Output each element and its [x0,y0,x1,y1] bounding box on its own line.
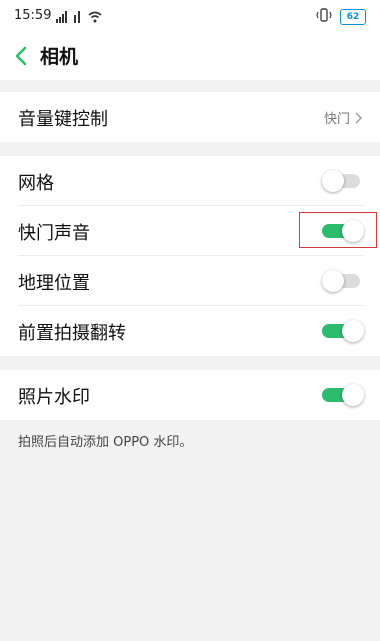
page-header: 相机 [0,32,380,80]
signal-label-icon [74,8,84,27]
camera-toggles-section: 网格 快门声音 地理位置 前置拍摄翻转 [0,156,380,356]
status-icons [56,8,102,27]
photo-watermark-row: 照片水印 [0,370,380,420]
toggle-thumb [342,384,364,406]
grid-row: 网格 [0,156,380,206]
status-bar: 15:59 62 [0,0,380,32]
photo-watermark-label: 照片水印 [18,387,90,408]
front-camera-flip-label: 前置拍摄翻转 [18,323,126,344]
toggle-thumb [322,170,344,192]
cellular-signal-icon [56,8,70,27]
photo-watermark-toggle[interactable] [322,384,364,406]
status-time: 15:59 [14,8,52,23]
location-row: 地理位置 [0,256,380,306]
location-label: 地理位置 [18,273,90,294]
watermark-section: 照片水印 [0,370,380,420]
volume-key-control-row[interactable]: 音量键控制 快门 [0,92,380,142]
chevron-right-icon [354,110,364,124]
battery-indicator: 62 [340,8,366,25]
toggle-thumb [342,320,364,342]
highlight-box [299,212,377,248]
back-chevron-icon[interactable] [10,44,34,68]
volume-key-section: 音量键控制 快门 [0,92,380,142]
location-toggle[interactable] [322,270,364,292]
watermark-description: 拍照后自动添加 OPPO 水印。 [18,435,193,450]
grid-label: 网格 [18,173,54,194]
vibrate-icon [316,7,332,26]
grid-toggle[interactable] [322,170,364,192]
page-title: 相机 [40,46,79,68]
toggle-thumb [322,270,344,292]
volume-key-control-label: 音量键控制 [18,109,108,130]
front-camera-flip-row: 前置拍摄翻转 [0,306,380,356]
front-camera-flip-toggle[interactable] [322,320,364,342]
shutter-sound-label: 快门声音 [18,223,90,244]
wifi-icon [88,8,102,27]
status-right: 62 [316,7,366,26]
volume-key-control-value: 快门 [323,112,350,127]
